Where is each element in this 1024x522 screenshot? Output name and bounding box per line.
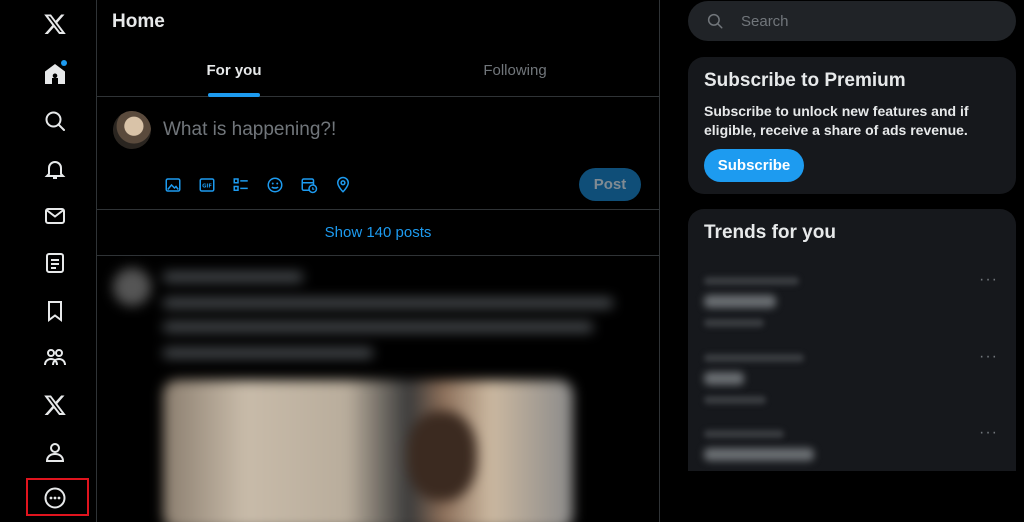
main-timeline: Home For you Following What is happening… bbox=[97, 0, 660, 522]
avatar[interactable] bbox=[113, 111, 151, 149]
schedule-icon[interactable] bbox=[299, 175, 319, 195]
trend-item[interactable]: ··· bbox=[688, 348, 1016, 428]
post-avatar bbox=[113, 268, 151, 306]
post-text-line bbox=[163, 298, 613, 308]
x-premium-icon[interactable] bbox=[31, 381, 79, 429]
trend-category bbox=[704, 430, 784, 438]
premium-description: Subscribe to unlock new features and if … bbox=[704, 103, 969, 138]
svg-text:GIF: GIF bbox=[202, 184, 212, 190]
media-icon[interactable] bbox=[163, 175, 183, 195]
home-icon[interactable] bbox=[31, 50, 79, 98]
trend-category bbox=[704, 277, 799, 285]
post-image-figure bbox=[407, 411, 477, 501]
left-nav bbox=[0, 0, 97, 522]
trend-count bbox=[704, 396, 766, 404]
trend-item[interactable]: ··· bbox=[688, 271, 1016, 351]
more-options-icon[interactable]: ··· bbox=[979, 348, 998, 366]
bell-icon[interactable] bbox=[31, 145, 79, 193]
composer-toolbar: GIF bbox=[163, 175, 353, 195]
premium-card: Subscribe to Premium Subscribe to unlock… bbox=[688, 57, 1016, 194]
search-icon bbox=[707, 13, 723, 29]
compose-input[interactable]: What is happening?! bbox=[163, 119, 336, 141]
location-icon[interactable] bbox=[333, 175, 353, 195]
trend-name bbox=[704, 295, 776, 308]
post-composer: What is happening?! GIF Post bbox=[97, 97, 659, 210]
post-text-line bbox=[163, 348, 373, 358]
emoji-icon[interactable] bbox=[265, 175, 285, 195]
poll-icon[interactable] bbox=[231, 175, 251, 195]
premium-title: Subscribe to Premium bbox=[704, 70, 906, 91]
bookmark-icon[interactable] bbox=[31, 287, 79, 335]
post-button[interactable]: Post bbox=[579, 168, 641, 201]
profile-icon[interactable] bbox=[31, 428, 79, 476]
blurred-post[interactable] bbox=[97, 256, 659, 522]
envelope-icon[interactable] bbox=[31, 192, 79, 240]
post-image[interactable] bbox=[163, 380, 573, 522]
tab-for-you[interactable]: For you bbox=[97, 44, 371, 97]
trend-count bbox=[704, 319, 764, 327]
search-icon[interactable] bbox=[31, 97, 79, 145]
trends-card: Trends for you ··· ··· ··· bbox=[688, 209, 1016, 471]
communities-icon[interactable] bbox=[31, 333, 79, 381]
more-highlight-box bbox=[26, 478, 89, 516]
post-author-line bbox=[163, 272, 303, 282]
more-options-icon[interactable]: ··· bbox=[979, 271, 998, 289]
timeline-tabs: For you Following bbox=[97, 44, 659, 97]
trends-title: Trends for you bbox=[704, 222, 836, 243]
more-options-icon[interactable]: ··· bbox=[979, 424, 998, 442]
x-logo-icon[interactable] bbox=[31, 0, 79, 48]
search-input[interactable]: Search bbox=[688, 1, 1016, 41]
search-placeholder: Search bbox=[741, 13, 789, 30]
tab-following[interactable]: Following bbox=[371, 44, 659, 97]
list-icon[interactable] bbox=[31, 239, 79, 287]
post-text-line bbox=[163, 322, 593, 332]
trend-item[interactable]: ··· bbox=[688, 424, 1016, 504]
trend-name bbox=[704, 448, 814, 461]
page-title: Home bbox=[112, 11, 165, 32]
trend-category bbox=[704, 354, 804, 362]
show-new-posts-link[interactable]: Show 140 posts bbox=[97, 210, 659, 256]
notification-dot bbox=[61, 60, 67, 66]
subscribe-button[interactable]: Subscribe bbox=[704, 149, 804, 182]
trend-name bbox=[704, 372, 744, 385]
gif-icon[interactable]: GIF bbox=[197, 175, 217, 195]
